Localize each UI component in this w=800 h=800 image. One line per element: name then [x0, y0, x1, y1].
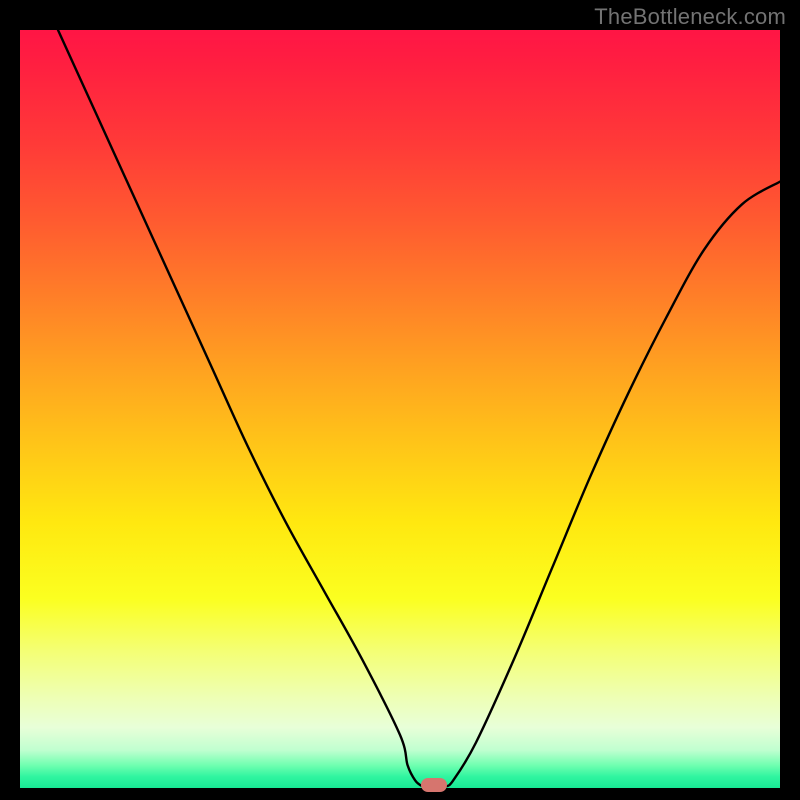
- min-marker: [421, 778, 447, 792]
- curve-path: [58, 30, 780, 788]
- bottleneck-curve: [20, 30, 780, 788]
- plot-area: [20, 30, 780, 788]
- chart-frame: TheBottleneck.com: [0, 0, 800, 800]
- watermark-text: TheBottleneck.com: [594, 4, 786, 30]
